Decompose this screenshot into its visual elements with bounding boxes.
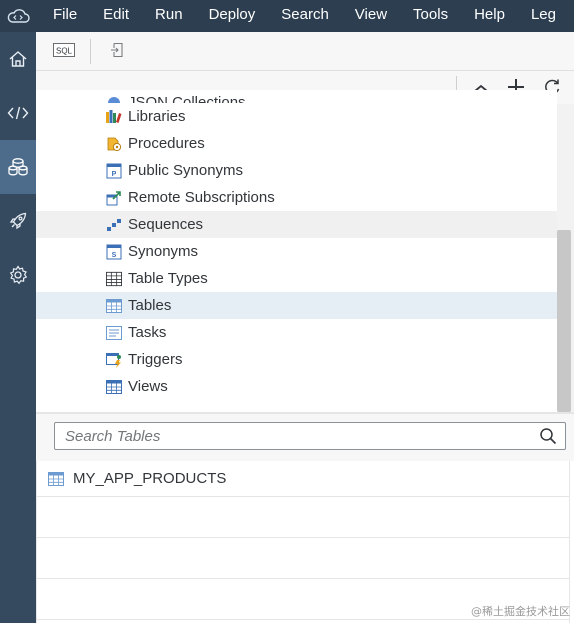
menu-legal[interactable]: Leg: [517, 0, 568, 32]
tree-item-procedures[interactable]: Procedures: [36, 130, 557, 157]
cloud-code-icon[interactable]: [0, 0, 36, 32]
tree-item-label: Tasks: [128, 324, 167, 341]
home-icon: [8, 49, 28, 69]
toolbar-separator: [90, 39, 91, 64]
svg-text:SQL: SQL: [56, 46, 73, 55]
catalog-tree: JSON Collections Libraries Procedures P …: [36, 90, 557, 412]
tree-item-label: Remote Subscriptions: [128, 189, 275, 206]
remote-subscription-icon: [106, 190, 122, 206]
code-icon: [7, 105, 29, 121]
sequence-icon: [106, 217, 122, 233]
tree-item-label: Table Types: [128, 270, 208, 287]
tree-item-label: Libraries: [128, 108, 186, 125]
menu-edit[interactable]: Edit: [89, 0, 141, 32]
tree-item-label: Views: [128, 378, 168, 395]
trigger-icon: [106, 352, 122, 368]
database-explorer-icon: [6, 156, 30, 178]
watermark: @稀土掘金技术社区: [471, 605, 570, 618]
svg-text:S: S: [112, 252, 117, 259]
synonym-icon: S: [106, 244, 122, 260]
svg-text:P: P: [112, 171, 117, 178]
tree-item-remote-subscriptions[interactable]: Remote Subscriptions: [36, 184, 557, 211]
nav-home[interactable]: [0, 32, 36, 86]
nav-settings[interactable]: [0, 248, 36, 302]
tree-item-public-synonyms[interactable]: P Public Synonyms: [36, 157, 557, 184]
json-collection-icon: [106, 95, 122, 103]
tree-item-tables[interactable]: Tables: [36, 292, 557, 319]
tree-item-libraries[interactable]: Libraries: [36, 103, 557, 130]
tree-scrollbar-thumb[interactable]: [557, 230, 571, 412]
tree-item-label: Triggers: [128, 351, 183, 368]
search-field: [54, 422, 566, 450]
search-icon[interactable]: [539, 427, 557, 448]
table-icon: [48, 471, 64, 487]
table-type-icon: [106, 271, 122, 287]
tree-item-synonyms[interactable]: S Synonyms: [36, 238, 557, 265]
search-results-list: MY_APP_PRODUCTS: [36, 461, 570, 623]
result-row-label: MY_APP_PRODUCTS: [73, 470, 227, 487]
menu-help[interactable]: Help: [460, 0, 517, 32]
open-object-button[interactable]: [106, 40, 130, 62]
tree-item-tasks[interactable]: Tasks: [36, 319, 557, 346]
tree-item-label: Procedures: [128, 135, 205, 152]
menu-view[interactable]: View: [341, 0, 399, 32]
result-row[interactable]: MY_APP_PRODUCTS: [37, 461, 569, 497]
menu-tools[interactable]: Tools: [399, 0, 460, 32]
search-tables-input[interactable]: [55, 423, 525, 449]
tree-item-triggers[interactable]: Triggers: [36, 346, 557, 373]
tree-item-label: Tables: [128, 297, 172, 314]
nav-database-explorer[interactable]: [0, 140, 36, 194]
synonym-icon: P: [106, 163, 122, 179]
table-icon: [106, 298, 122, 314]
menu-deploy[interactable]: Deploy: [195, 0, 268, 32]
tree-item-label: Sequences: [128, 216, 204, 233]
empty-row: [37, 497, 569, 538]
open-sql-console-button[interactable]: SQL: [52, 40, 76, 62]
task-icon: [106, 325, 122, 341]
tree-item-table-types[interactable]: Table Types: [36, 265, 557, 292]
nav-deployment[interactable]: [0, 194, 36, 248]
menu-bar: File Edit Run Deploy Search View Tools H…: [0, 0, 574, 32]
view-icon: [106, 379, 122, 395]
tree-item-label: JSON Collections: [128, 94, 246, 103]
library-icon: [106, 109, 122, 125]
settings-gear-icon: [8, 265, 28, 285]
rocket-icon: [8, 211, 28, 231]
open-icon: [110, 42, 126, 61]
empty-row: [37, 538, 569, 579]
search-bar: [36, 414, 574, 461]
menu-search[interactable]: Search: [267, 0, 341, 32]
tree-item-label: Public Synonyms: [128, 162, 244, 179]
explorer-toolbar: SQL: [36, 32, 574, 71]
tree-item-views[interactable]: Views: [36, 373, 557, 400]
tree-item-sequences[interactable]: Sequences: [36, 211, 557, 238]
side-navigation: [0, 32, 36, 623]
tree-item-label: Synonyms: [128, 243, 199, 260]
nav-development[interactable]: [0, 86, 36, 140]
menu-run[interactable]: Run: [141, 0, 195, 32]
tree-item-json-collections[interactable]: JSON Collections: [36, 90, 557, 103]
menu-file[interactable]: File: [36, 0, 89, 32]
sql-console-icon: SQL: [53, 42, 75, 60]
procedure-icon: [106, 136, 122, 152]
